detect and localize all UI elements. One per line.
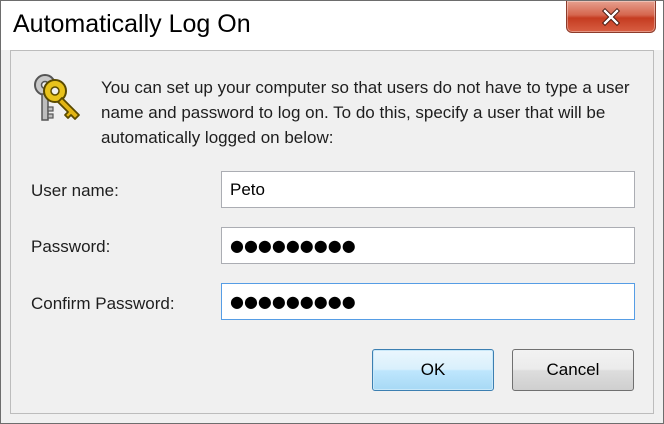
dialog-window: Automatically Log On You can set up your… xyxy=(0,0,664,424)
description-text: You can set up your computer so that use… xyxy=(101,78,630,147)
password-label: Password: xyxy=(31,237,111,256)
confirm-password-input[interactable]: ●●●●●●●●● xyxy=(221,283,635,320)
password-input[interactable]: ●●●●●●●●● xyxy=(221,227,635,264)
password-value: ●●●●●●●●● xyxy=(230,236,356,255)
close-icon xyxy=(602,7,620,26)
username-input[interactable]: Peto xyxy=(221,171,635,208)
keys-icon xyxy=(34,74,80,121)
dialog-title: Automatically Log On xyxy=(13,10,251,38)
ok-button[interactable]: OK xyxy=(372,349,494,391)
dialog-content: You can set up your computer so that use… xyxy=(10,50,654,414)
username-label: User name: xyxy=(31,181,119,200)
confirm-password-label: Confirm Password: xyxy=(31,294,175,313)
cancel-button[interactable]: Cancel xyxy=(512,349,634,391)
title-bar: Automatically Log On xyxy=(1,1,663,50)
confirm-password-value: ●●●●●●●●● xyxy=(230,292,356,311)
username-value: Peto xyxy=(230,179,265,199)
close-button[interactable] xyxy=(566,1,656,33)
